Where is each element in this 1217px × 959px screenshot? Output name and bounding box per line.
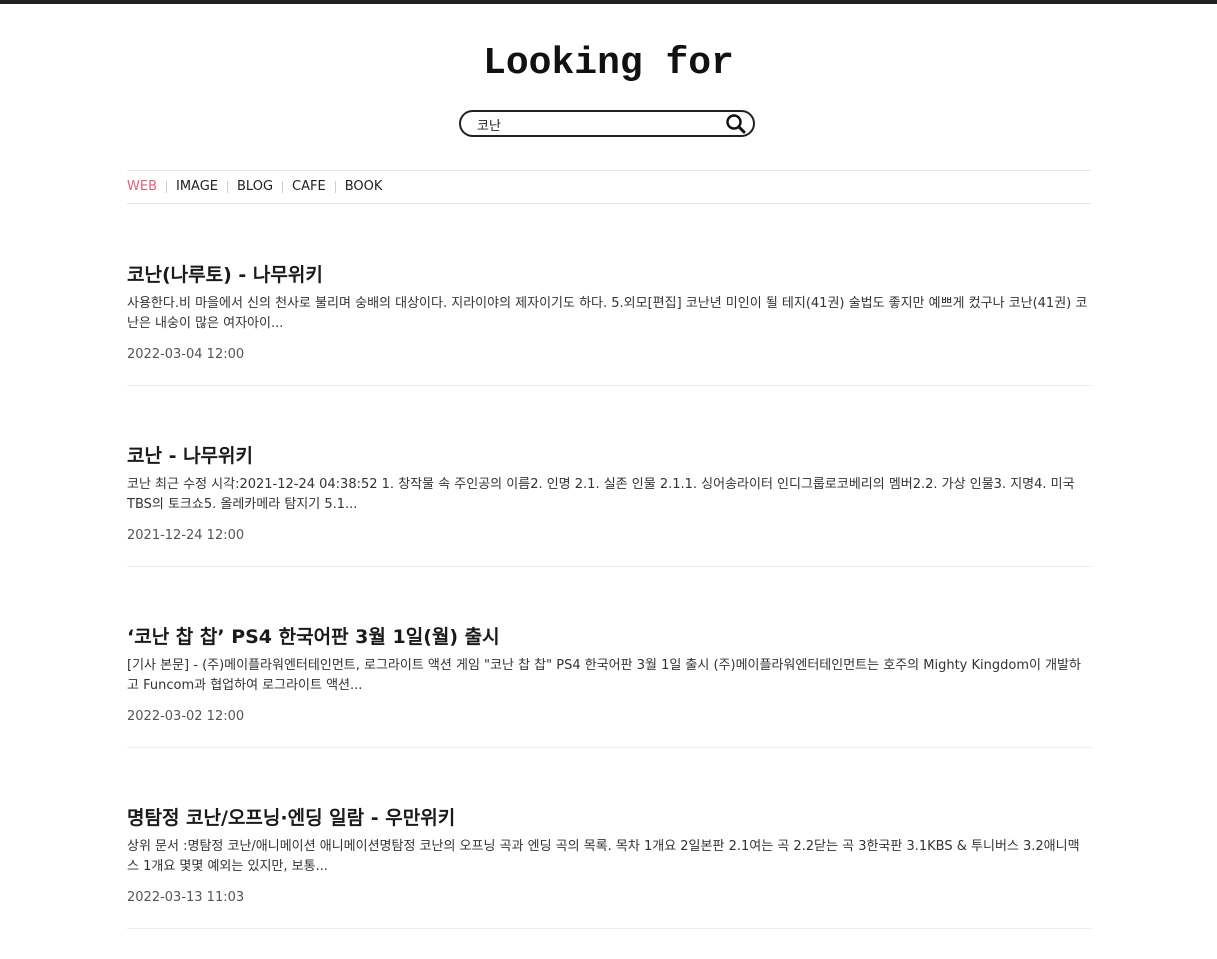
top-border — [0, 0, 1217, 4]
result-date: 2021-12-24 12:00 — [127, 528, 245, 543]
result-title-link[interactable]: ‘코난 찹 찹’ PS4 한국어판 3월 1일(월) 출시 — [127, 624, 500, 650]
result-date: 2022-03-04 12:00 — [127, 347, 245, 362]
result-date: 2022-03-02 12:00 — [127, 709, 245, 724]
result-title-link[interactable]: 코난(나루토) - 나무위키 — [127, 262, 323, 288]
header: Looking for — [0, 40, 1217, 88]
tab-cafe[interactable]: CAFE — [292, 179, 326, 195]
tab-image[interactable]: IMAGE — [176, 179, 218, 195]
tab-divider — [166, 181, 167, 193]
result-item: ‘코난 찹 찹’ PS4 한국어판 3월 1일(월) 출시 [기사 본문] - … — [127, 567, 1091, 748]
tab-web[interactable]: WEB — [127, 179, 157, 195]
tab-blog[interactable]: BLOG — [237, 179, 273, 195]
search-icon — [726, 114, 746, 134]
result-item: 코난 - 나무위키 코난 최근 수정 시각:2021-12-24 04:38:5… — [127, 386, 1091, 567]
result-item: 코난(나루토) - 나무위키 사용한다.비 마을에서 신의 천사로 불리며 숭배… — [127, 205, 1091, 386]
result-snippet: 코난 최근 수정 시각:2021-12-24 04:38:52 1. 창작물 속… — [127, 477, 1075, 512]
result-snippet: 상위 문서 :명탐정 코난/애니메이션 애니메이션명탐정 코난의 오프닝 곡과 … — [127, 839, 1080, 874]
tab-divider — [334, 181, 336, 193]
results-list: 코난(나루토) - 나무위키 사용한다.비 마을에서 신의 천사로 불리며 숭배… — [127, 205, 1091, 929]
logo-title: Looking for — [483, 42, 734, 85]
search-button[interactable] — [725, 113, 747, 135]
tab-divider — [227, 181, 229, 193]
search-box — [459, 110, 755, 137]
tab-divider — [282, 181, 284, 193]
result-title-link[interactable]: 코난 - 나무위키 — [127, 443, 253, 469]
result-item: 명탐정 코난/오프닝·엔딩 일람 - 우만위키 상위 문서 :명탐정 코난/애니… — [127, 748, 1091, 929]
tab-book[interactable]: BOOK — [345, 179, 383, 195]
result-date: 2022-03-13 11:03 — [127, 890, 245, 905]
result-snippet: [기사 본문] - (주)메이플라워엔터테인먼트, 로그라이트 액션 게임 "코… — [127, 658, 1081, 693]
result-snippet: 사용한다.비 마을에서 신의 천사로 불리며 숭배의 대상이다. 지라이야의 제… — [127, 296, 1088, 331]
search-input[interactable] — [477, 114, 717, 134]
search-tabs: WEB IMAGE BLOG CAFE BOOK — [127, 170, 1091, 204]
result-title-link[interactable]: 명탐정 코난/오프닝·엔딩 일람 - 우만위키 — [127, 805, 455, 831]
